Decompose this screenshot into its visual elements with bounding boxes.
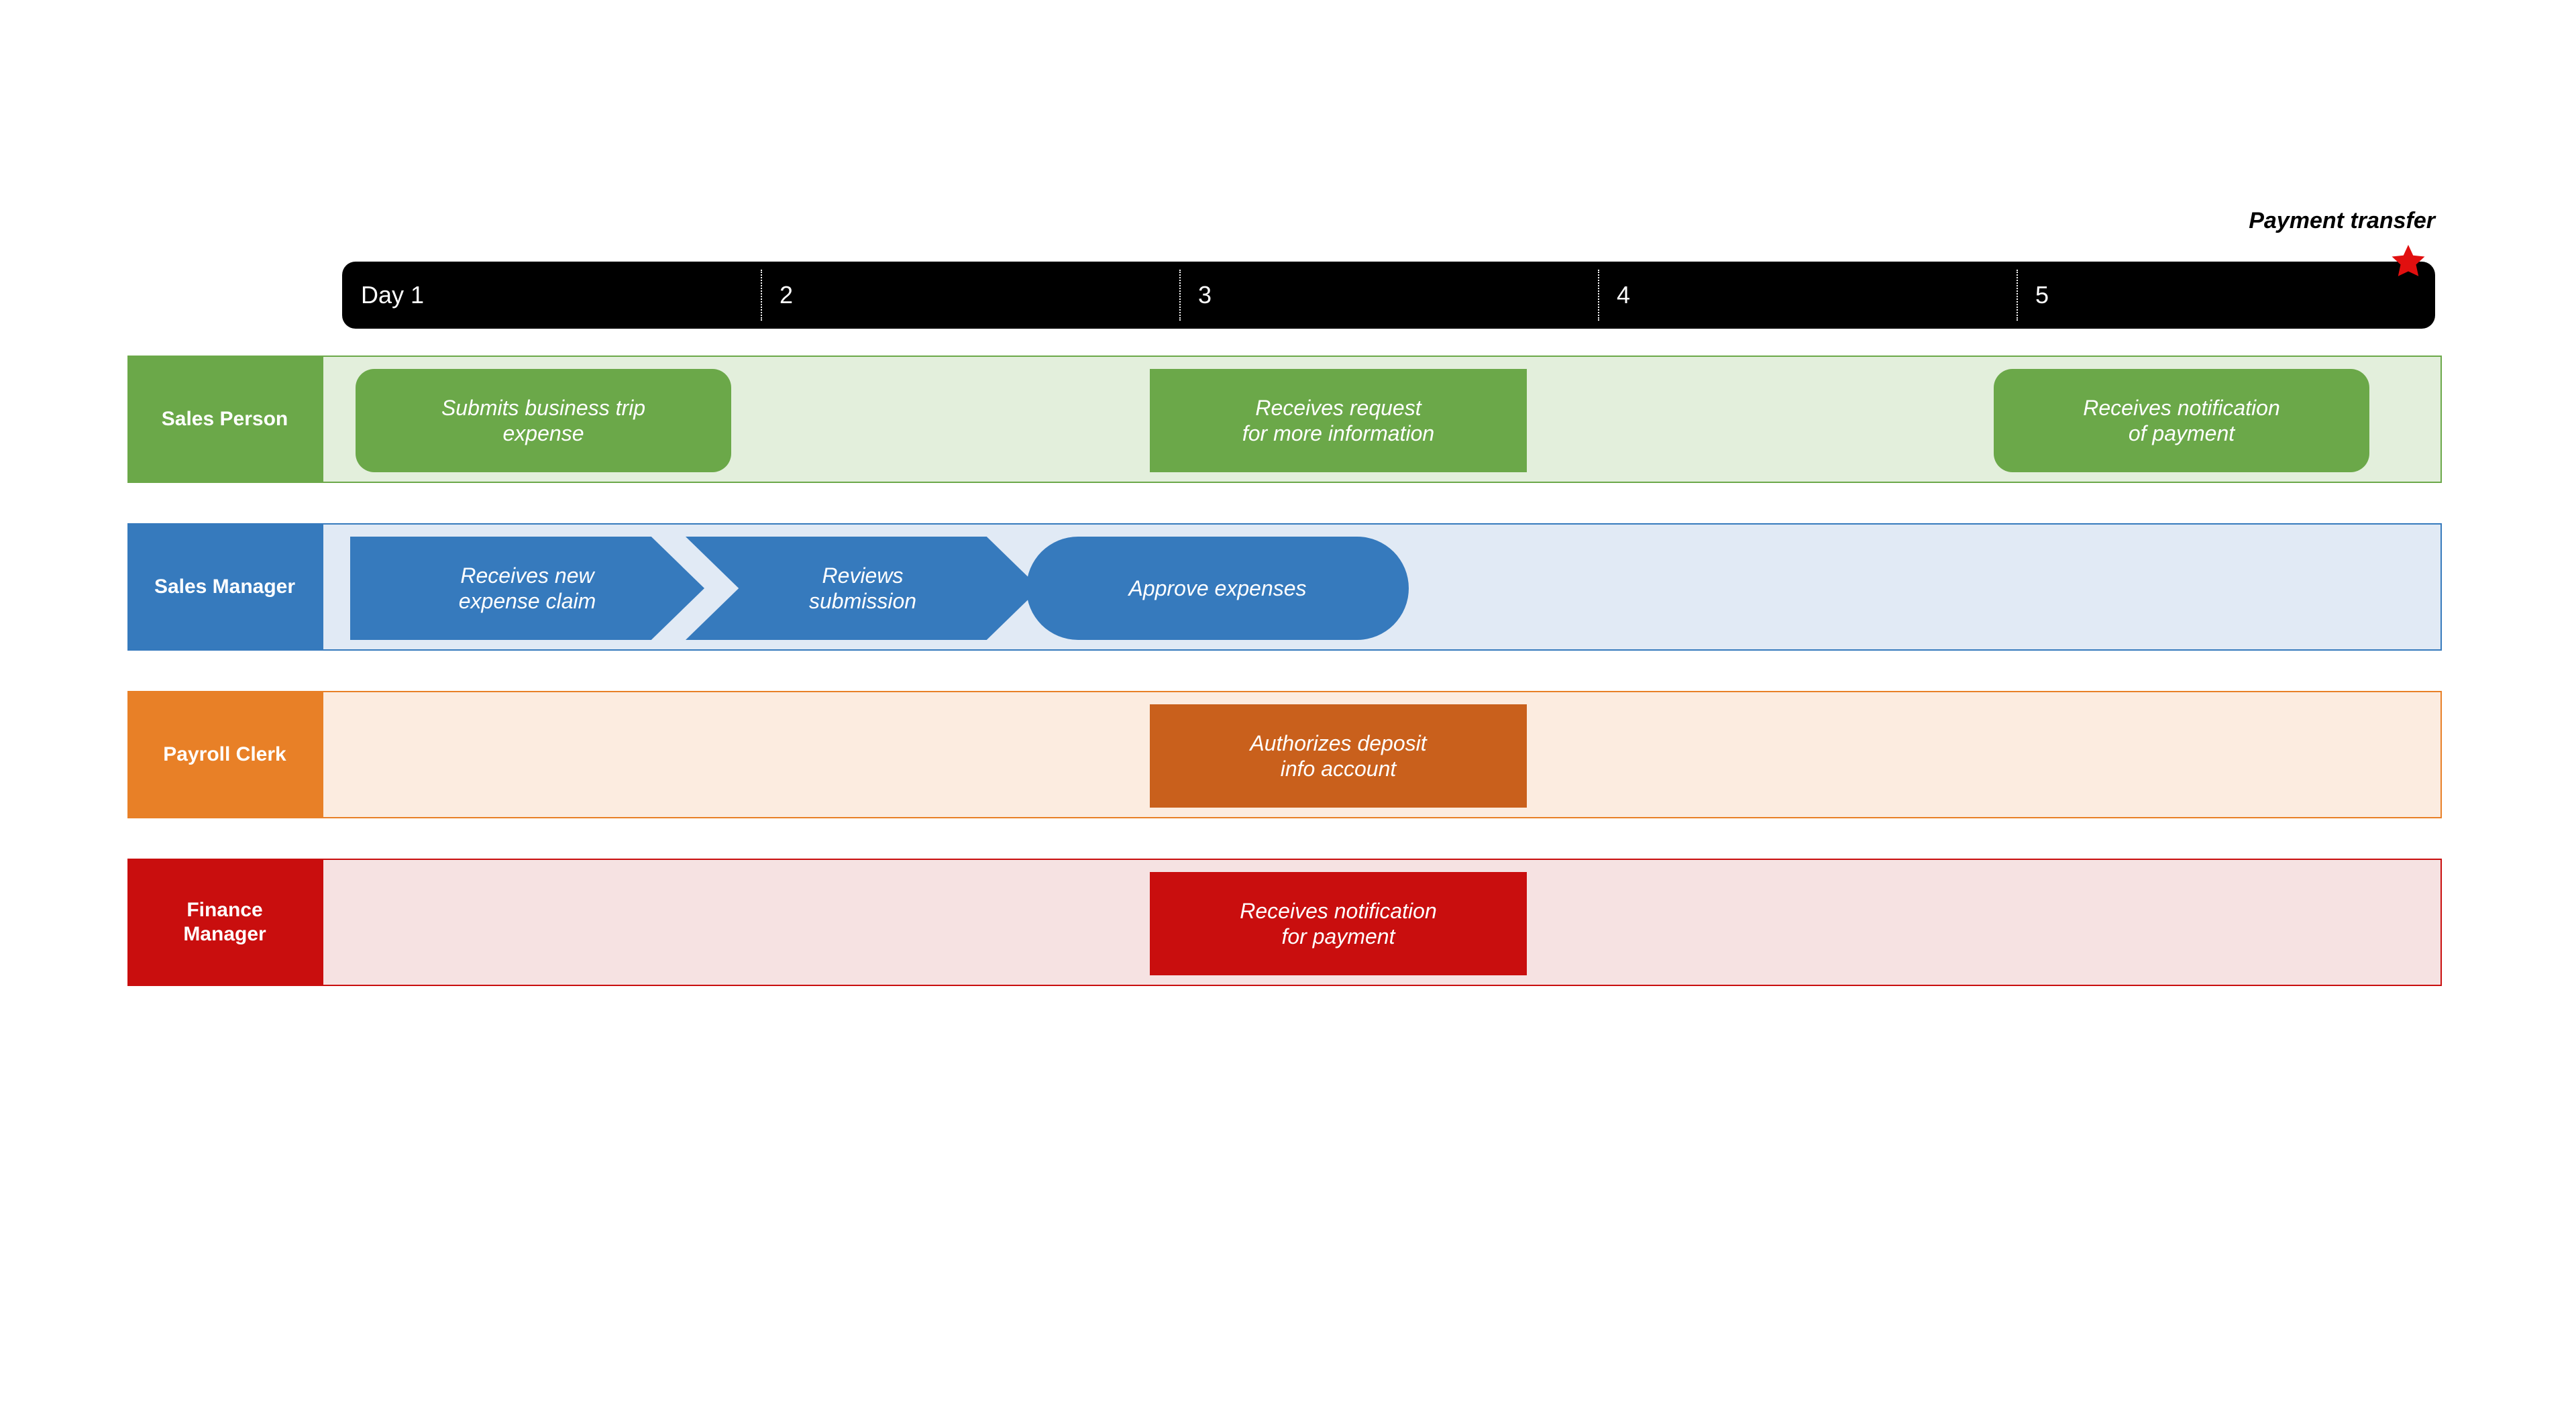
lane-payroll-clerk: Payroll Clerk Authorizes depositinfo acc… [127, 691, 2442, 818]
task-receive-payment: Receives notificationof payment [1994, 369, 2369, 472]
timeline-day-3: 3 [1179, 262, 1598, 329]
task-submit-expense: Submits business tripexpense [356, 369, 731, 472]
lane-label: Sales Manager [127, 523, 322, 651]
timeline-day-5: 5 [2017, 262, 2435, 329]
lane-finance-manager: FinanceManager Receives notificationfor … [127, 859, 2442, 986]
lane-label: FinanceManager [127, 859, 322, 986]
timeline-bar: Day 1 2 3 4 5 [342, 262, 2435, 329]
lane-body: Receives notificationfor payment [322, 859, 2442, 986]
lane-label: Payroll Clerk [127, 691, 322, 818]
task-new-claim: Receives newexpense claim [350, 537, 704, 640]
task-receive-request: Receives requestfor more information [1150, 369, 1527, 472]
lane-body: Submits business tripexpense Receives re… [322, 356, 2442, 483]
task-reviews: Reviewssubmission [686, 537, 1040, 640]
lane-sales-person: Sales Person Submits business tripexpens… [127, 356, 2442, 483]
milestone-label: Payment transfer [2249, 208, 2435, 234]
timeline-day-1: Day 1 [342, 262, 761, 329]
lane-sales-manager: Sales Manager Receives newexpense claim … [127, 523, 2442, 651]
task-authorize-deposit: Authorizes depositinfo account [1150, 704, 1527, 808]
lane-label: Sales Person [127, 356, 322, 483]
timeline-day-4: 4 [1598, 262, 2017, 329]
task-receive-notify: Receives notificationfor payment [1150, 872, 1527, 975]
star-icon [2388, 241, 2428, 282]
timeline-day-2: 2 [761, 262, 1179, 329]
lane-body: Authorizes depositinfo account [322, 691, 2442, 818]
lane-body: Receives newexpense claim Reviewssubmiss… [322, 523, 2442, 651]
task-approve: Approve expenses [1026, 537, 1409, 640]
